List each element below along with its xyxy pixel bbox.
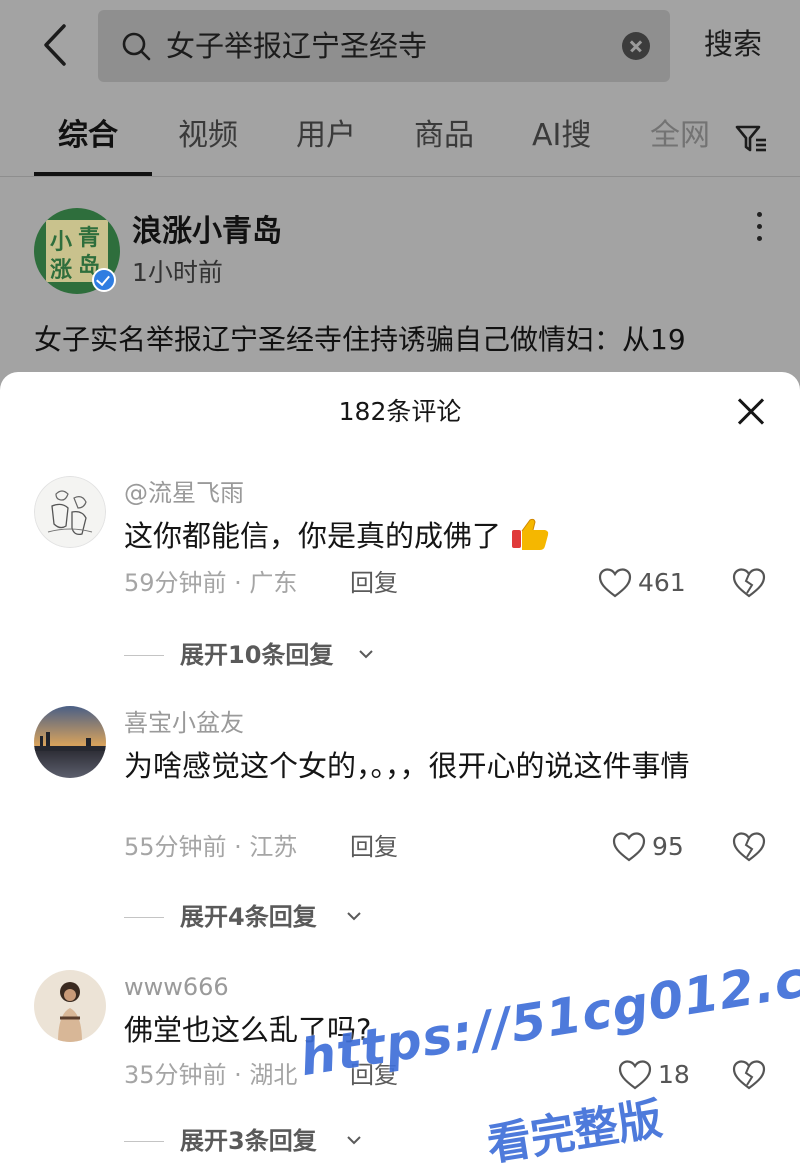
commenter-name[interactable]: 喜宝小盆友	[124, 706, 244, 740]
heart-icon	[612, 832, 646, 862]
tab-all-web[interactable]: 全网	[650, 116, 710, 156]
comments-count-title: 182条评论	[338, 397, 462, 426]
comment-time-location: 35分钟前 · 湖北	[124, 1061, 298, 1089]
expand-replies-label: 展开10条回复	[180, 641, 334, 669]
expand-replies-label: 展开3条回复	[180, 1127, 317, 1155]
chevron-down-icon	[347, 912, 361, 921]
like-count: 18	[658, 1060, 690, 1089]
top-bar: 女子举报辽宁圣经寺 搜索	[0, 0, 800, 92]
search-icon	[122, 32, 151, 61]
tab-users[interactable]: 用户	[296, 116, 356, 156]
comment-item: @流星飞雨 这你都能信，你是真的成佛了 59分钟前 · 广东 回复 461 展开…	[0, 476, 800, 676]
commenter-avatar[interactable]	[34, 476, 106, 548]
reply-button[interactable]: 回复	[350, 566, 398, 600]
like-button[interactable]: 95	[612, 830, 702, 864]
result-tabs: 综合 视频 用户 商品 AI搜 全网	[0, 104, 800, 176]
avatar-char: 涨	[50, 257, 73, 283]
like-button[interactable]: 461	[598, 566, 698, 600]
verified-badge-icon	[92, 268, 116, 292]
search-query-text: 女子举报辽宁圣经寺	[166, 29, 428, 63]
like-count: 461	[638, 568, 686, 597]
comment-time-location: 59分钟前 · 广东	[124, 569, 298, 597]
post-card[interactable]: 小 青 岛 涨 浪涨小青岛 1小时前 女子实名举报辽宁圣经寺住持诱骗自己做情妇：…	[0, 196, 800, 396]
tab-comprehensive[interactable]: 综合	[58, 116, 118, 156]
expand-replies[interactable]: 展开4条回复	[124, 900, 424, 934]
expand-replies-label: 展开4条回复	[180, 903, 317, 931]
comment-text-content: 这你都能信，你是真的成佛了	[124, 519, 502, 553]
commenter-name[interactable]: @流星飞雨	[124, 476, 244, 510]
sunset-photo-avatar-icon	[34, 706, 106, 778]
back-button[interactable]	[36, 22, 76, 68]
comment-time-location: 55分钟前 · 江苏	[124, 833, 298, 861]
divider	[0, 176, 800, 177]
more-options-icon[interactable]	[754, 212, 764, 248]
thumbs-up-emoji-icon	[512, 518, 549, 550]
heart-icon	[598, 568, 632, 598]
commenter-name[interactable]: www666	[124, 970, 229, 1004]
back-arrow-icon	[44, 24, 66, 66]
comment-item: 喜宝小盆友 为啥感觉这个女的，。，，很开心的说这件事情 55分钟前 · 江苏 回…	[0, 706, 800, 946]
search-input[interactable]: 女子举报辽宁圣经寺	[98, 10, 670, 82]
comment-text[interactable]: 佛堂也这么乱了吗?	[124, 1010, 764, 1050]
comment-item: www666 佛堂也这么乱了吗? 35分钟前 · 湖北 回复 18 展开3条回复	[0, 970, 800, 1170]
chevron-down-icon	[347, 1136, 361, 1145]
reply-button[interactable]: 回复	[350, 830, 398, 864]
clear-search-icon[interactable]	[622, 32, 650, 60]
comment-text[interactable]: 这你都能信，你是真的成佛了	[124, 516, 764, 556]
heart-icon	[618, 1060, 652, 1090]
sketch-avatar-icon	[34, 476, 106, 548]
dislike-heart-icon[interactable]	[732, 568, 766, 598]
search-button[interactable]: 搜索	[704, 24, 762, 64]
tab-videos[interactable]: 视频	[178, 116, 238, 156]
tab-products[interactable]: 商品	[414, 116, 474, 156]
background-page: 女子举报辽宁圣经寺 搜索 综合 视频 用户 商品 AI搜 全网 小 青 岛 涨	[0, 0, 800, 400]
figure-avatar-icon	[34, 970, 106, 1042]
reply-button[interactable]: 回复	[350, 1058, 398, 1092]
chevron-down-icon	[359, 650, 373, 659]
post-time: 1小时前	[132, 258, 223, 287]
close-icon[interactable]	[736, 396, 766, 426]
commenter-avatar[interactable]	[34, 970, 106, 1042]
like-count: 95	[652, 832, 684, 861]
filter-icon[interactable]	[734, 122, 768, 156]
expand-replies[interactable]: 展开10条回复	[124, 638, 424, 672]
dislike-heart-icon[interactable]	[732, 832, 766, 862]
post-text[interactable]: 女子实名举报辽宁圣经寺住持诱骗自己做情妇：从19	[34, 320, 686, 360]
post-author-name[interactable]: 浪涨小青岛	[132, 212, 282, 252]
dislike-heart-icon[interactable]	[732, 1060, 766, 1090]
divider	[124, 1141, 164, 1142]
tab-ai-search[interactable]: AI搜	[532, 116, 591, 156]
divider	[124, 655, 164, 656]
divider	[124, 917, 164, 918]
commenter-avatar[interactable]	[34, 706, 106, 778]
like-button[interactable]: 18	[618, 1058, 698, 1092]
comments-sheet: 182条评论 @流星飞雨 这你都能信，你是真的成佛了 59分钟前 · 广东 回复	[0, 372, 800, 1172]
expand-replies[interactable]: 展开3条回复	[124, 1124, 424, 1158]
comment-text[interactable]: 为啥感觉这个女的，。，，很开心的说这件事情	[124, 746, 764, 786]
